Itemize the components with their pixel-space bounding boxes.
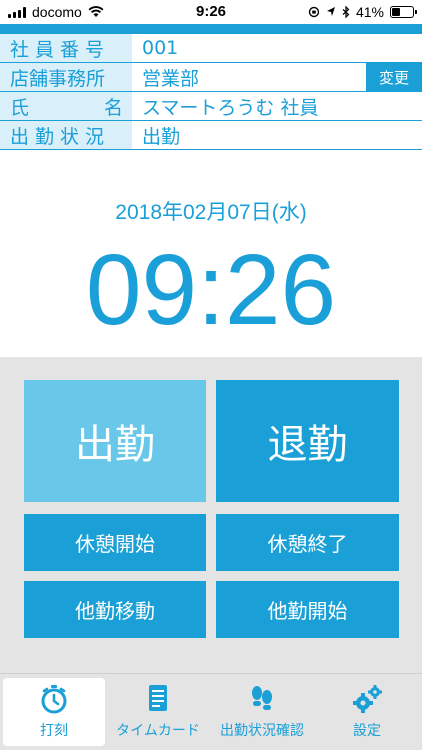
name-label-part2: 名 xyxy=(103,96,124,119)
document-icon xyxy=(149,685,167,711)
tab-punch[interactable]: 打刻 xyxy=(3,678,105,746)
office-row: 店舗事務所 営業部 変更 xyxy=(0,63,422,92)
tab-timecard[interactable]: タイムカード xyxy=(107,678,209,746)
current-date: 2018年02月07日(水) xyxy=(115,201,307,224)
office-value: 営業部 xyxy=(142,67,200,90)
attendance-status-label: 出勤状況 xyxy=(0,121,132,149)
employee-number-row: 社員番号 001 xyxy=(0,34,422,63)
clock-out-button[interactable]: 退勤 xyxy=(216,380,399,502)
tab-timecard-label: タイムカード xyxy=(116,723,200,739)
name-label-part1: 氏 xyxy=(10,96,31,119)
employee-number-label: 社員番号 xyxy=(0,34,132,62)
tab-settings[interactable]: 設定 xyxy=(315,678,419,746)
name-value: スマートろうむ 社員 xyxy=(142,96,319,119)
transfer-start-button[interactable]: 他勤開始 xyxy=(216,581,399,638)
battery-icon xyxy=(390,6,417,18)
change-office-button[interactable]: 変更 xyxy=(366,63,422,91)
punch-button-panel: 出勤 退勤 休憩開始 休憩終了 他勤移動 他勤開始 xyxy=(0,357,422,673)
orientation-lock-icon xyxy=(308,6,320,18)
clock-in-button[interactable]: 出勤 xyxy=(24,380,206,502)
break-start-button[interactable]: 休憩開始 xyxy=(24,514,206,571)
header-accent-bar xyxy=(0,24,422,34)
location-icon xyxy=(326,7,335,16)
footprints-icon xyxy=(252,686,272,710)
attendance-status-row: 出勤状況 出勤 xyxy=(0,121,422,150)
stopwatch-icon xyxy=(41,685,67,714)
office-label: 店舗事務所 xyxy=(0,63,132,91)
bottom-tab-bar: 打刻 タイムカード 出勤状況確認 設定 xyxy=(0,673,422,750)
bluetooth-icon xyxy=(342,6,350,18)
tab-attendance-check-label: 出勤状況確認 xyxy=(220,723,304,739)
employee-info-table: 社員番号 001 店舗事務所 営業部 変更 氏 名 スマートろうむ 社員 出勤状… xyxy=(0,34,422,150)
name-row: 氏 名 スマートろうむ 社員 xyxy=(0,92,422,121)
current-time-clock: 09:26 xyxy=(85,234,337,346)
tab-attendance-check[interactable]: 出勤状況確認 xyxy=(211,678,313,746)
tab-punch-label: 打刻 xyxy=(40,723,68,739)
status-bar: docomo 9:26 41% xyxy=(0,0,422,24)
battery-percent: 41% xyxy=(355,4,384,20)
break-end-button[interactable]: 休憩終了 xyxy=(216,514,399,571)
employee-number-value: 001 xyxy=(142,37,179,59)
name-label: 氏 名 xyxy=(0,92,132,120)
attendance-status-value: 出勤 xyxy=(142,125,181,148)
gears-icon xyxy=(353,685,382,713)
transfer-move-button[interactable]: 他勤移動 xyxy=(24,581,206,638)
tab-settings-label: 設定 xyxy=(353,723,381,739)
